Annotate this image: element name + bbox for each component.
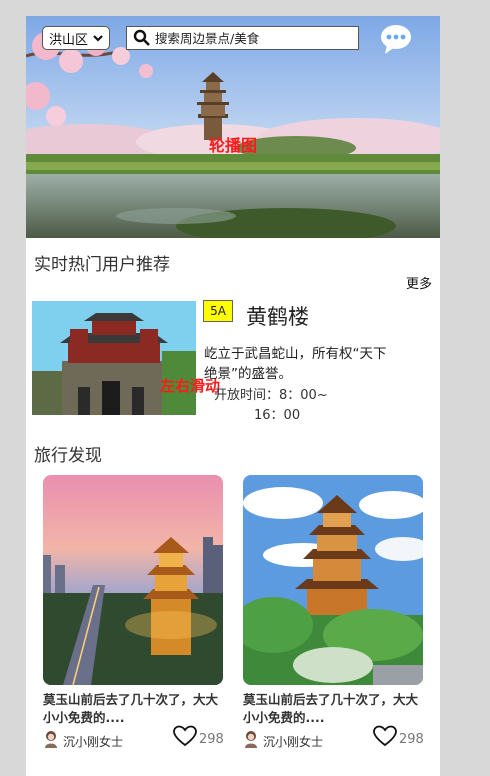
spot-name[interactable]: 黄鹤楼 (246, 301, 309, 331)
app-screen: 轮播图 洪山区 实时热门用户推荐 更多 (26, 16, 440, 776)
card-photo (43, 475, 223, 685)
heart-icon[interactable] (173, 725, 197, 747)
spot-photo[interactable] (32, 301, 196, 415)
discover-card[interactable]: 莫玉山前后去了几十次了，大大小小免费的.... 沉小刚女士 298 (43, 475, 224, 753)
card-author: 沉小刚女士 (263, 735, 324, 749)
like-count: 298 (399, 732, 424, 747)
grade-badge: 5A (203, 300, 233, 322)
recommend-title: 实时热门用户推荐 (34, 255, 170, 275)
discover-title: 旅行发现 (34, 446, 102, 466)
card-meta: 沉小刚女士 298 (43, 725, 224, 753)
magnifier-icon (133, 29, 150, 46)
chevron-down-icon (93, 35, 103, 42)
card-meta: 沉小刚女士 298 (243, 725, 424, 753)
search-input[interactable] (155, 30, 345, 46)
like-count: 298 (199, 732, 224, 747)
discover-card[interactable]: 莫玉山前后去了几十次了，大大小小免费的.... 沉小刚女士 298 (243, 475, 424, 753)
search-bar[interactable] (126, 26, 359, 50)
card-title: 莫玉山前后去了几十次了，大大小小免费的.... (43, 692, 219, 725)
card-photo (243, 475, 423, 685)
district-select[interactable]: 洪山区 (42, 26, 110, 50)
banner-caption: 轮播图 (208, 136, 257, 155)
spot-description: 屹立于武昌蛇山，所有权“天下绝景”的盛誉。 (204, 346, 387, 382)
user-avatar-icon (245, 731, 257, 748)
district-label: 洪山区 (49, 32, 89, 48)
banner-carousel[interactable]: 轮播图 洪山区 (26, 16, 440, 238)
hours-line-1: 开放时间：8：00~ (214, 388, 328, 403)
hours-line-2: 16：00 (254, 408, 301, 423)
card-author: 沉小刚女士 (63, 735, 124, 749)
chat-bubble-icon[interactable] (378, 22, 414, 56)
heart-icon[interactable] (373, 725, 397, 747)
spot-hours: 开放时间：8：00~ 16：00 (214, 386, 364, 426)
more-link[interactable]: 更多 (406, 273, 432, 292)
card-title: 莫玉山前后去了几十次了，大大小小免费的.... (243, 692, 419, 725)
user-avatar-icon (45, 731, 57, 748)
